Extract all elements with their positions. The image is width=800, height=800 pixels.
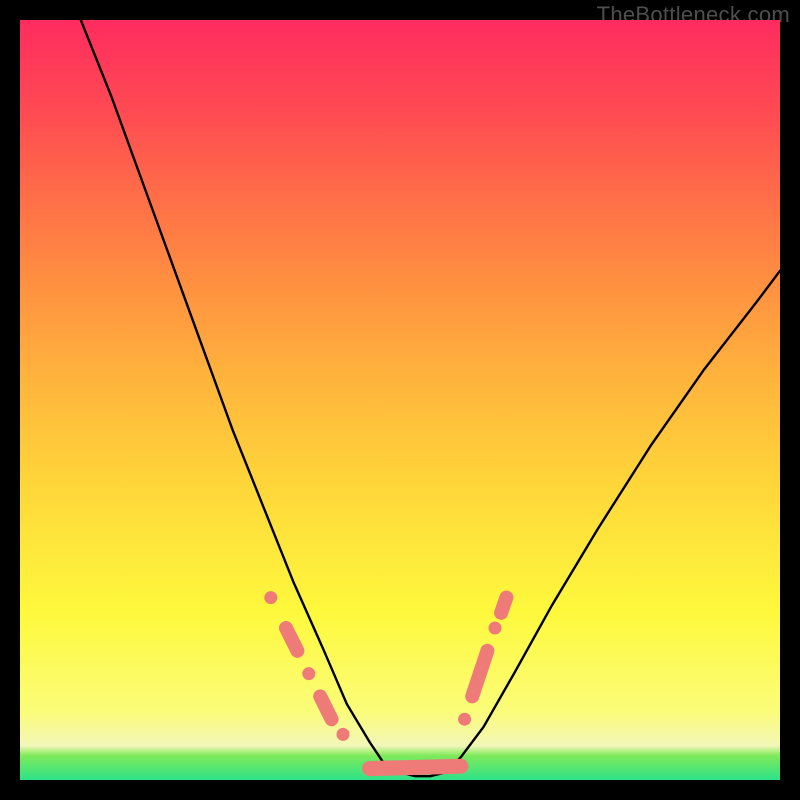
bottleneck-curve	[81, 20, 780, 776]
marker-dot	[363, 762, 377, 776]
marker-pill	[370, 766, 461, 768]
chart-stage: TheBottleneck.com	[0, 0, 800, 800]
marker-dot	[264, 591, 277, 604]
marker-dot	[489, 622, 502, 635]
marker-dot	[454, 759, 468, 773]
curve-markers	[264, 591, 506, 776]
marker-pill	[472, 651, 487, 697]
marker-dot	[302, 667, 315, 680]
marker-dot	[458, 713, 471, 726]
marker-dot	[337, 728, 350, 741]
plot-area	[20, 20, 780, 780]
marker-pill	[320, 696, 331, 719]
bottleneck-chart	[20, 20, 780, 780]
marker-pill	[501, 598, 506, 613]
marker-pill	[286, 628, 297, 651]
